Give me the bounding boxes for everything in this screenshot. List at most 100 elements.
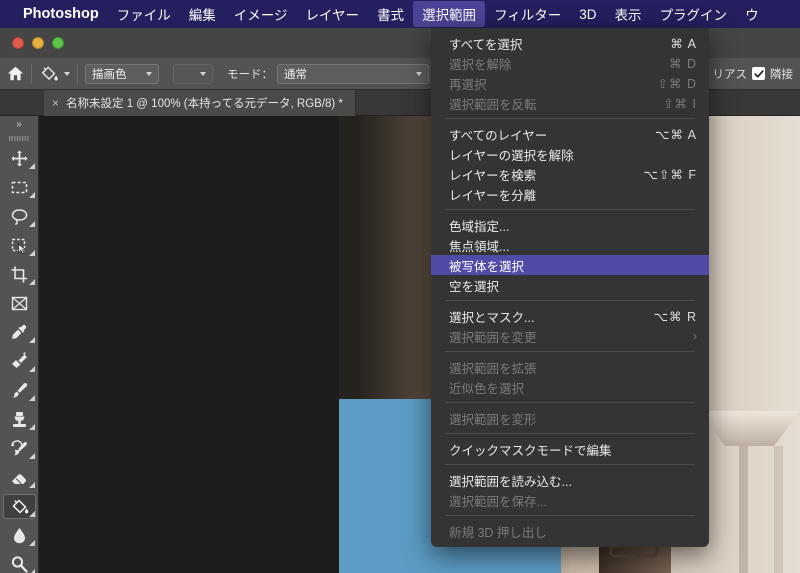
- tool-flyout-indicator: [29, 192, 35, 198]
- blend-mode-control[interactable]: モード： 通常: [220, 58, 436, 90]
- lasso-tool[interactable]: [0, 202, 39, 231]
- blur-icon: [14, 528, 25, 544]
- menu-item-label: レイヤーを分離: [449, 188, 537, 203]
- menu-item-label: 選択範囲を反転: [449, 97, 537, 112]
- dodge-tool[interactable]: [0, 550, 39, 573]
- toolbox-drag-handle[interactable]: [0, 133, 38, 144]
- chevron-down-icon: [416, 71, 422, 76]
- menu-item[interactable]: レイヤーの選択を解除: [431, 144, 709, 164]
- fill-source-control[interactable]: 描画色: [78, 58, 166, 90]
- paint-bucket-tool[interactable]: [0, 492, 39, 521]
- menu-item: 近似色を選択: [431, 377, 709, 397]
- menu-item[interactable]: クイックマスクモードで編集: [431, 439, 709, 459]
- menu-item[interactable]: 空を選択: [431, 275, 709, 295]
- tool-flyout-indicator: [29, 163, 35, 169]
- menubar-item-6[interactable]: フィルター: [485, 1, 570, 27]
- home-button[interactable]: [0, 58, 31, 90]
- menu-item-shortcut: ⌥⌘ A: [654, 127, 697, 142]
- menu-separator: [445, 402, 695, 403]
- pattern-picker-control[interactable]: [166, 58, 220, 90]
- menubar-item-2[interactable]: イメージ: [225, 1, 297, 27]
- zoom-button[interactable]: [52, 37, 64, 49]
- menu-item-label: すべてのレイヤー: [449, 128, 548, 143]
- tool-flyout-indicator: [29, 482, 35, 488]
- menu-item[interactable]: 選択とマスク... ⌥⌘ R: [431, 306, 709, 326]
- chevron-down-icon: [200, 71, 206, 76]
- eyedropper-tool[interactable]: [0, 318, 39, 347]
- menu-item-label: 色域指定...: [449, 219, 510, 234]
- menubar-item-3[interactable]: レイヤー: [296, 1, 368, 27]
- menu-item-shortcut: ⇧⌘ D: [657, 76, 697, 91]
- spot-healing-brush-tool[interactable]: [0, 347, 39, 376]
- pattern-picker-select[interactable]: [173, 63, 213, 84]
- close-icon[interactable]: ×: [52, 97, 59, 109]
- menu-item: 選択範囲を反転 ⇧⌘ I: [431, 93, 709, 113]
- close-button[interactable]: [12, 37, 24, 49]
- eyedropper-icon: [12, 324, 27, 339]
- eraser-tool[interactable]: [0, 463, 39, 492]
- menu-item[interactable]: 色域指定...: [431, 215, 709, 235]
- antialias-control[interactable]: リアス 隣接: [706, 58, 800, 90]
- grip-dots-icon: [9, 136, 29, 141]
- menu-item-label: 新規 3D 押し出し: [449, 525, 547, 540]
- macos-menu-bar: Photoshop ファイル 編集 イメージ レイヤー 書式 選択範囲 フィルター 3D 表示 プ…: [0, 0, 800, 28]
- chevron-right-icon: ›: [693, 329, 697, 343]
- brush-tool[interactable]: [0, 376, 39, 405]
- menubar-item-7[interactable]: 3D: [570, 4, 605, 25]
- fill-source-value: 描画色: [92, 68, 127, 81]
- menu-item-shortcut: ⌘ A: [670, 36, 697, 51]
- document-tab-title: 名称未設定 1 @ 100% (本持ってる元データ, RGB/8) *: [66, 98, 343, 110]
- toolbox: »: [0, 116, 39, 573]
- menu-item[interactable]: すべてのレイヤー ⌥⌘ A: [431, 124, 709, 144]
- tool-flyout-indicator: [29, 366, 35, 372]
- menu-item-label: 被写体を選択: [449, 259, 525, 274]
- menubar-item-4[interactable]: 書式: [368, 1, 413, 27]
- menu-separator: [445, 515, 695, 516]
- menubar-item-10[interactable]: ウ: [736, 1, 768, 27]
- frame-tool[interactable]: [0, 289, 39, 318]
- clone-stamp-tool[interactable]: [0, 405, 39, 434]
- menubar-item-9[interactable]: プラグイン: [651, 1, 737, 27]
- menu-item[interactable]: 焦点領域...: [431, 235, 709, 255]
- menu-item-shortcut: ⇧⌘ I: [663, 96, 697, 111]
- menubar-item-label: 選択範囲: [422, 8, 477, 23]
- menubar-item-5[interactable]: 選択範囲: [413, 1, 486, 27]
- menu-item[interactable]: 選択範囲を読み込む...: [431, 470, 709, 490]
- blend-mode-select[interactable]: 通常: [277, 63, 429, 84]
- toolbox-expand-button[interactable]: »: [0, 116, 38, 133]
- menu-item-label: 選択範囲を拡張: [449, 361, 537, 376]
- menu-item[interactable]: 被写体を選択: [431, 255, 709, 275]
- menubar-item-label: レイヤー: [305, 8, 360, 23]
- rectangular-marquee-tool[interactable]: [0, 173, 39, 202]
- minimize-button[interactable]: [32, 37, 44, 49]
- blur-tool[interactable]: [0, 521, 39, 550]
- crop-tool[interactable]: [0, 260, 39, 289]
- menu-item[interactable]: レイヤーを検索 ⌥⇧⌘ F: [431, 164, 709, 184]
- rectangular-marquee-icon: [11, 181, 28, 194]
- menu-item[interactable]: レイヤーを分離: [431, 184, 709, 204]
- menu-item-label: 選択を解除: [449, 57, 512, 72]
- tool-flyout-indicator: [29, 511, 35, 517]
- fill-source-select[interactable]: 描画色: [85, 63, 159, 84]
- menu-item-label: クイックマスクモードで編集: [449, 443, 612, 458]
- menu-item-shortcut: ⌥⇧⌘ F: [643, 167, 697, 182]
- menu-separator: [445, 300, 695, 301]
- menu-item-label: 選択とマスク...: [449, 310, 535, 325]
- menu-item-shortcut: ⌘ D: [669, 56, 697, 71]
- menubar-app-name[interactable]: Photoshop: [14, 3, 108, 25]
- active-tool-preset[interactable]: [32, 58, 77, 90]
- traffic-lights: [12, 37, 64, 49]
- menubar-item-8[interactable]: 表示: [606, 1, 651, 27]
- menu-separator: [445, 209, 695, 210]
- move-tool[interactable]: [0, 144, 39, 173]
- document-tab[interactable]: × 名称未設定 1 @ 100% (本持ってる元データ, RGB/8) *: [44, 90, 356, 116]
- history-brush-tool[interactable]: [0, 434, 39, 463]
- menubar-item-1[interactable]: 編集: [180, 1, 225, 27]
- antialias-checkbox[interactable]: [752, 67, 765, 80]
- menu-item[interactable]: すべてを選択 ⌘ A: [431, 33, 709, 53]
- menu-item-label: すべてを選択: [449, 37, 523, 52]
- tool-flyout-indicator: [29, 395, 35, 401]
- menubar-item-0[interactable]: ファイル: [108, 1, 180, 27]
- tool-preset-caret-icon: [64, 71, 70, 76]
- object-selection-tool[interactable]: [0, 231, 39, 260]
